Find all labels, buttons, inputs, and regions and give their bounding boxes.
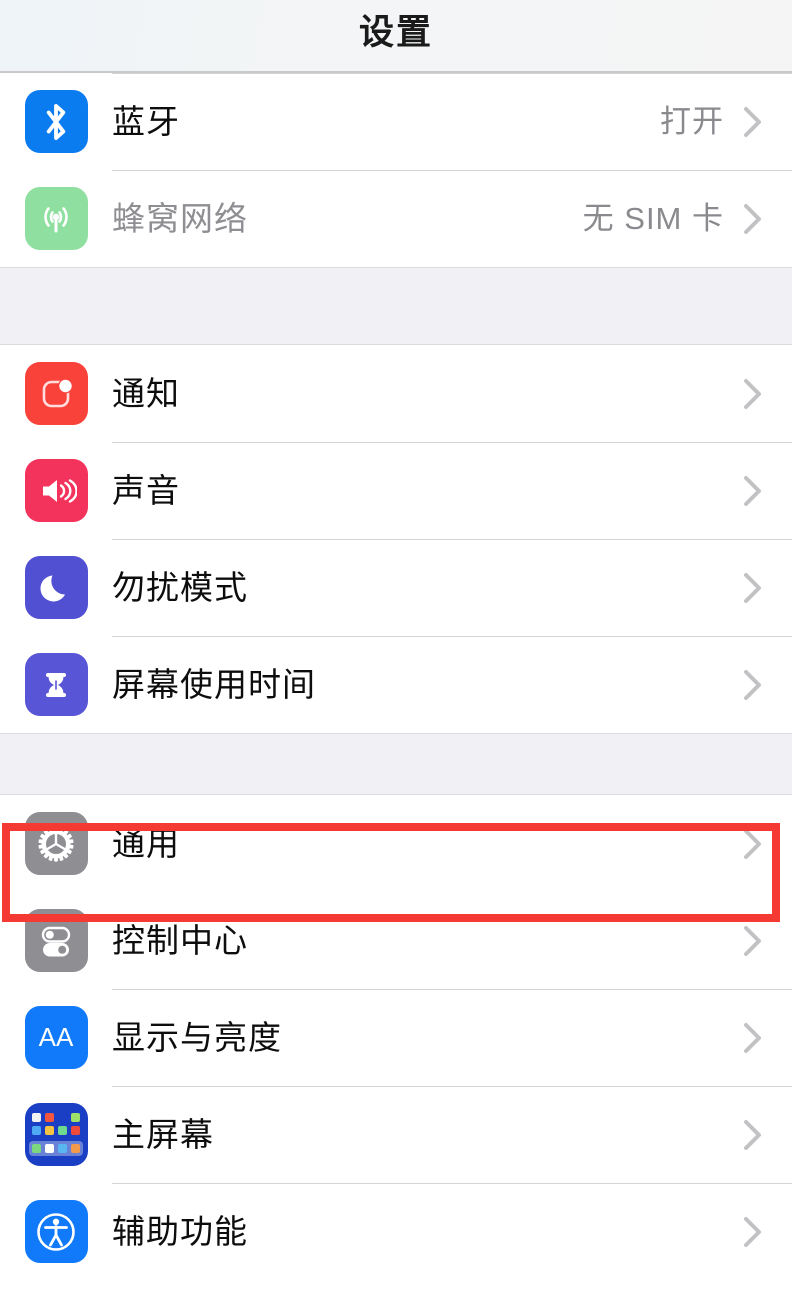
row-separator <box>112 1183 792 1184</box>
icon-container <box>0 90 112 153</box>
settings-row-label: 勿扰模式 <box>112 569 248 606</box>
row-separator <box>112 73 792 74</box>
settings-group-connectivity: 蓝牙 打开 蜂窝网络 无 SIM 卡 <box>0 73 792 267</box>
icon-container <box>0 1200 112 1263</box>
hourglass-icon <box>24 653 88 716</box>
icon-container <box>0 909 112 972</box>
settings-row-notifications[interactable]: 通知 <box>0 345 792 442</box>
settings-row-label: 控制中心 <box>112 922 248 959</box>
settings-screen: 设置 蓝牙 打开 蜂窝网络 无 SIM 卡 通知 声音 勿扰模式 屏幕使用时间 … <box>0 0 792 1311</box>
app-grid-glyph <box>29 1113 83 1156</box>
bluetooth-icon <box>24 90 88 153</box>
settings-row-display-brightness[interactable]: AA 显示与亮度 <box>0 989 792 1086</box>
chevron-right-icon <box>740 1115 792 1155</box>
row-separator <box>112 539 792 540</box>
cellular-antenna-icon <box>24 187 88 250</box>
settings-row-bluetooth[interactable]: 蓝牙 打开 <box>0 73 792 170</box>
aa-icon-label: AA <box>38 1022 74 1052</box>
aa-text-size-icon: AA <box>24 1006 88 1069</box>
chevron-right-icon <box>740 374 792 414</box>
chevron-right-icon <box>740 568 792 608</box>
crescent-moon-icon <box>24 556 88 619</box>
navigation-bar: 设置 <box>0 0 792 73</box>
app-grid-icon <box>24 1103 88 1166</box>
speaker-icon <box>24 459 88 522</box>
settings-row-home-screen[interactable]: 主屏幕 <box>0 1086 792 1183</box>
settings-row-do-not-disturb[interactable]: 勿扰模式 <box>0 539 792 636</box>
settings-row-screen-time[interactable]: 屏幕使用时间 <box>0 636 792 733</box>
gear-icon <box>24 812 88 875</box>
settings-row-label: 通知 <box>112 375 180 412</box>
settings-row-value: 无 SIM 卡 <box>582 201 724 236</box>
settings-group-system: 通用 控制中心 AA 显示与亮度 主屏幕 辅助功能 <box>0 795 792 1280</box>
settings-row-label: 蓝牙 <box>112 103 180 140</box>
settings-row-control-center[interactable]: 控制中心 <box>0 892 792 989</box>
settings-row-label: 蜂窝网络 <box>112 200 248 237</box>
row-separator <box>112 170 792 171</box>
settings-row-label: 主屏幕 <box>112 1116 214 1153</box>
settings-row-label: 屏幕使用时间 <box>112 666 316 703</box>
icon-container <box>0 653 112 716</box>
row-separator <box>112 989 792 990</box>
chevron-right-icon <box>740 921 792 961</box>
chevron-right-icon <box>740 471 792 511</box>
chevron-right-icon <box>740 199 792 239</box>
section-gap <box>0 267 792 345</box>
section-gap <box>0 733 792 795</box>
icon-container <box>0 187 112 250</box>
chevron-right-icon <box>740 1018 792 1058</box>
settings-row-label: 声音 <box>112 472 180 509</box>
page-title: 设置 <box>358 13 433 52</box>
settings-row-general[interactable]: 通用 <box>0 795 792 892</box>
settings-row-label: 通用 <box>112 825 180 862</box>
chevron-right-icon <box>740 102 792 142</box>
settings-row-cellular[interactable]: 蜂窝网络 无 SIM 卡 <box>0 170 792 267</box>
icon-container <box>0 556 112 619</box>
settings-row-value: 打开 <box>660 104 724 139</box>
row-separator <box>112 1086 792 1087</box>
row-separator <box>112 636 792 637</box>
accessibility-icon <box>24 1200 88 1263</box>
row-separator <box>112 442 792 443</box>
icon-container <box>0 459 112 522</box>
settings-row-accessibility[interactable]: 辅助功能 <box>0 1183 792 1280</box>
settings-row-label: 辅助功能 <box>112 1213 248 1250</box>
icon-container: AA <box>0 1006 112 1069</box>
notification-badge-icon <box>24 362 88 425</box>
chevron-right-icon <box>740 665 792 705</box>
icon-container <box>0 812 112 875</box>
settings-group-alerts: 通知 声音 勿扰模式 屏幕使用时间 <box>0 345 792 733</box>
icon-container <box>0 1103 112 1166</box>
toggles-icon <box>24 909 88 972</box>
chevron-right-icon <box>740 824 792 864</box>
chevron-right-icon <box>740 1212 792 1252</box>
settings-row-label: 显示与亮度 <box>112 1019 282 1056</box>
settings-row-sounds[interactable]: 声音 <box>0 442 792 539</box>
icon-container <box>0 362 112 425</box>
